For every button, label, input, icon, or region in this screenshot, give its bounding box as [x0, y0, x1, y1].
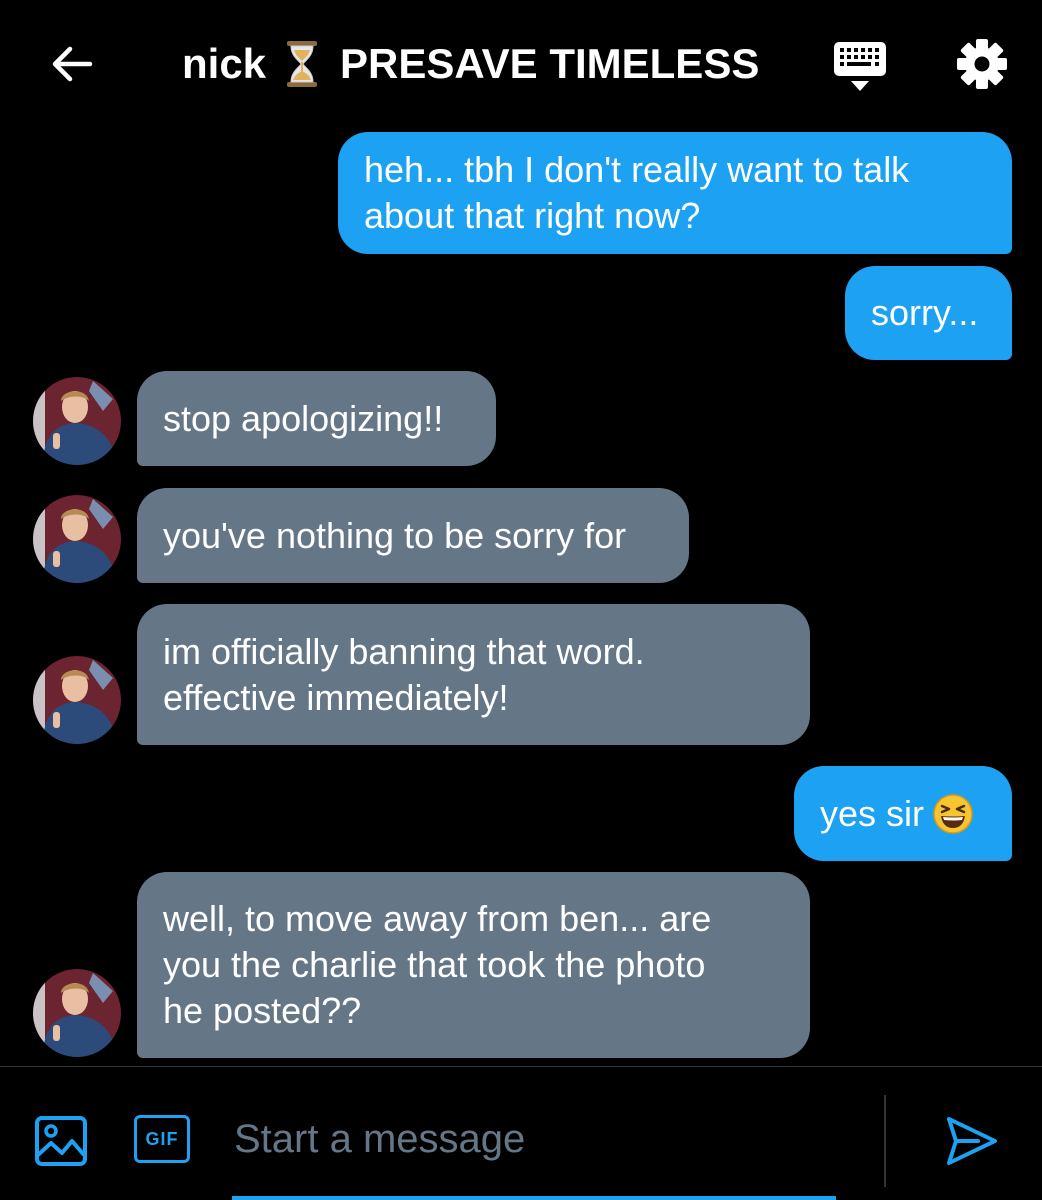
composer-divider [884, 1095, 886, 1187]
arrow-left-icon [52, 46, 93, 82]
keyboard-icon [834, 42, 886, 91]
message-text: well, to move away from ben... are you t… [163, 898, 712, 1031]
contact-name: nick [182, 40, 267, 87]
conversation-header: nick PRESAVE TIMELESS [0, 0, 1042, 125]
keyboard-shortcuts-button[interactable] [832, 38, 888, 94]
message-text: im officially banning that word. effecti… [163, 630, 645, 718]
message-text: you've nothing to be sorry for [163, 514, 627, 556]
dm-conversation-screen: nick PRESAVE TIMELESS heh... tbh I don't… [0, 0, 1042, 1200]
conversation-title[interactable]: nick PRESAVE TIMELESS [182, 36, 759, 92]
message-text: stop apologizing!! [163, 397, 444, 439]
gear-icon [957, 39, 1007, 89]
add-gif-button[interactable]: GIF [134, 1115, 190, 1163]
message-text: sorry... [871, 292, 979, 333]
message-text: heh... tbh I don't really want to talk a… [364, 149, 910, 236]
gif-label: GIF [145, 1128, 179, 1149]
contact-avatar[interactable] [33, 495, 121, 583]
message-bubble-sent[interactable]: yes sir [794, 766, 1012, 861]
image-icon [35, 1116, 87, 1166]
contact-avatar[interactable] [33, 377, 121, 465]
conversation-settings-button[interactable] [954, 36, 1010, 92]
message-bubble-received[interactable]: im officially banning that word. effecti… [137, 604, 810, 745]
message-bubble-sent[interactable]: sorry... [845, 266, 1012, 360]
contact-avatar[interactable] [33, 656, 121, 744]
grinning-squinting-face-emoji [932, 793, 974, 835]
input-focus-underline [232, 1196, 836, 1200]
message-input[interactable] [234, 1111, 854, 1167]
message-text: yes sir [820, 792, 925, 834]
send-button[interactable] [944, 1113, 1000, 1169]
contact-tag: PRESAVE TIMELESS [340, 40, 760, 87]
message-bubble-received[interactable]: stop apologizing!! [137, 371, 496, 466]
message-composer: GIF [0, 1066, 1042, 1200]
message-bubble-received[interactable]: you've nothing to be sorry for [137, 488, 689, 583]
back-button[interactable] [46, 38, 98, 90]
send-icon [947, 1117, 997, 1165]
message-bubble-sent[interactable]: heh... tbh I don't really want to talk a… [338, 132, 1012, 254]
message-bubble-received[interactable]: well, to move away from ben... are you t… [137, 872, 810, 1058]
add-media-button[interactable] [34, 1115, 88, 1167]
hourglass-icon [284, 40, 320, 88]
contact-avatar[interactable] [33, 969, 121, 1057]
